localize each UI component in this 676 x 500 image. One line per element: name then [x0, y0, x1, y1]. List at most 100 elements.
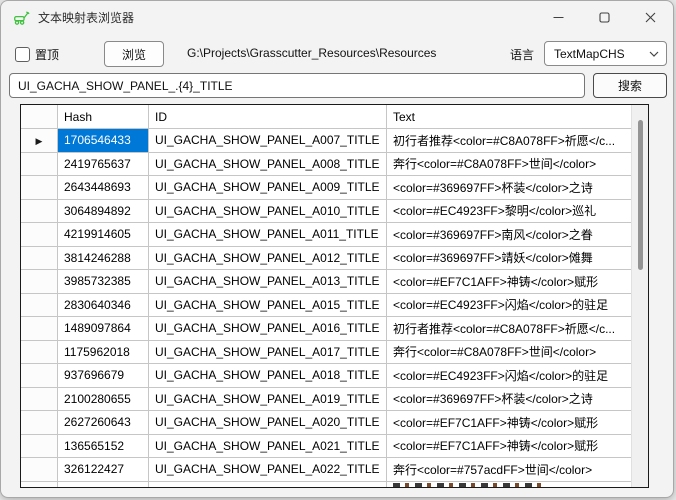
row-header-cell[interactable]	[21, 482, 58, 488]
row-header-cell[interactable]	[21, 176, 58, 200]
hash-cell[interactable]: 2100280655	[58, 388, 149, 412]
hash-cell[interactable]: 2830640346	[58, 294, 149, 318]
table-row[interactable]: 4219914605 UI_GACHA_SHOW_PANEL_A011_TITL…	[21, 223, 631, 247]
hash-cell[interactable]: 4219914605	[58, 223, 149, 247]
id-cell[interactable]: UI_GACHA_SHOW_PANEL_A020_TITLE	[149, 411, 387, 435]
hash-cell[interactable]: 326122427	[58, 458, 149, 482]
table-row[interactable]: 3064894892 UI_GACHA_SHOW_PANEL_A010_TITL…	[21, 200, 631, 224]
table-row[interactable]: 1175962018 UI_GACHA_SHOW_PANEL_A017_TITL…	[21, 341, 631, 365]
language-dropdown-value: TextMapCHS	[554, 47, 649, 61]
table-row[interactable]: 2627260643 UI_GACHA_SHOW_PANEL_A020_TITL…	[21, 411, 631, 435]
text-cell[interactable]: <color=#EF7C1AFF>神铸</color>赋形	[387, 411, 631, 435]
search-input[interactable]	[9, 73, 585, 98]
header-id[interactable]: ID	[149, 105, 387, 129]
hash-cell[interactable]: 1706546433	[58, 129, 149, 153]
row-header-cell[interactable]	[21, 200, 58, 224]
hash-cell[interactable]: 2627260643	[58, 411, 149, 435]
row-header-cell[interactable]	[21, 411, 58, 435]
text-cell[interactable]: <color=#369697FF>靖妖</color>傩舞	[387, 247, 631, 271]
pin-on-top-checkbox[interactable]	[15, 47, 30, 62]
header-text[interactable]: Text	[387, 105, 631, 129]
text-cell[interactable]: 初行者推荐<color=#C8A078FF>祈愿</c...	[387, 317, 631, 341]
text-cell[interactable]: <color=#369697FF>杯装</color>之诗	[387, 388, 631, 412]
id-cell[interactable]: UI_GACHA_SHOW_PANEL_A012_TITLE	[149, 247, 387, 271]
text-cell[interactable]: 奔行<color=#C8A078FF>世间</color>	[387, 341, 631, 365]
table-row[interactable]: 2830640346 UI_GACHA_SHOW_PANEL_A015_TITL…	[21, 294, 631, 318]
hash-cell[interactable]: 136565152	[58, 435, 149, 459]
vertical-scrollbar[interactable]	[631, 105, 648, 487]
scrollbar-thumb[interactable]	[638, 120, 643, 270]
row-header-cell[interactable]	[21, 458, 58, 482]
text-cell[interactable]: 初行者推荐<color=#C8A078FF>祈愿</c...	[387, 129, 631, 153]
hash-cell[interactable]: 2643448693	[58, 176, 149, 200]
grasscutter-mower-icon	[13, 9, 30, 26]
id-cell[interactable]: UI_GACHA_SHOW_PANEL_A021_TITLE	[149, 435, 387, 459]
header-hash[interactable]: Hash	[58, 105, 149, 129]
row-header-cell[interactable]	[21, 317, 58, 341]
row-header-cell[interactable]	[21, 153, 58, 177]
table-row[interactable]: 2419765637 UI_GACHA_SHOW_PANEL_A008_TITL…	[21, 153, 631, 177]
text-cell[interactable]: 奔行<color=#C8A078FF>世间</color>	[387, 153, 631, 177]
id-cell[interactable]: UI_GACHA_SHOW_PANEL_A009_TITLE	[149, 176, 387, 200]
id-cell[interactable]: UI_GACHA_SHOW_PANEL_A013_TITLE	[149, 270, 387, 294]
text-cell[interactable]: <color=#EC4923FF>闪焰</color>的驻足	[387, 364, 631, 388]
row-header-cell[interactable]	[21, 129, 58, 153]
hash-cell[interactable]: 1175962018	[58, 341, 149, 365]
maximize-button[interactable]	[581, 1, 627, 33]
row-header-cell[interactable]	[21, 270, 58, 294]
id-cell[interactable]: UI_GACHA_SHOW_PANEL_A008_TITLE	[149, 153, 387, 177]
current-row-arrow-icon	[36, 133, 43, 147]
hash-cell[interactable]: 937696679	[58, 364, 149, 388]
id-cell[interactable]: UI_GACHA_SHOW_PANEL_A011_TITLE	[149, 223, 387, 247]
text-cell[interactable]: <color=#EC4923FF>闪焰</color>的驻足	[387, 294, 631, 318]
table-row[interactable]: 1489097864 UI_GACHA_SHOW_PANEL_A016_TITL…	[21, 317, 631, 341]
row-header-cell[interactable]	[21, 247, 58, 271]
table-row[interactable]	[21, 482, 631, 488]
text-cell[interactable]: <color=#EF7C1AFF>神铸</color>赋形	[387, 435, 631, 459]
id-cell[interactable]: UI_GACHA_SHOW_PANEL_A022_TITLE	[149, 458, 387, 482]
hash-cell[interactable]	[58, 482, 149, 488]
text-cell[interactable]: 奔行<color=#757acdFF>世间</color>	[387, 458, 631, 482]
table-row[interactable]: 937696679 UI_GACHA_SHOW_PANEL_A018_TITLE…	[21, 364, 631, 388]
table-row[interactable]: 2100280655 UI_GACHA_SHOW_PANEL_A019_TITL…	[21, 388, 631, 412]
hash-cell[interactable]: 3814246288	[58, 247, 149, 271]
search-button[interactable]: 搜索	[593, 73, 667, 98]
header-corner-cell[interactable]	[21, 105, 58, 129]
row-header-cell[interactable]	[21, 435, 58, 459]
table-row[interactable]: 3814246288 UI_GACHA_SHOW_PANEL_A012_TITL…	[21, 247, 631, 271]
close-button[interactable]	[627, 1, 673, 33]
text-cell[interactable]: <color=#EC4923FF>黎明</color>巡礼	[387, 200, 631, 224]
text-cell[interactable]	[387, 482, 631, 488]
language-dropdown[interactable]: TextMapCHS	[544, 41, 667, 66]
id-cell[interactable]	[149, 482, 387, 488]
hash-cell[interactable]: 1489097864	[58, 317, 149, 341]
id-cell[interactable]: UI_GACHA_SHOW_PANEL_A017_TITLE	[149, 341, 387, 365]
browse-button[interactable]: 浏览	[104, 41, 164, 67]
id-cell[interactable]: UI_GACHA_SHOW_PANEL_A015_TITLE	[149, 294, 387, 318]
row-header-cell[interactable]	[21, 294, 58, 318]
chevron-down-icon	[649, 51, 659, 57]
id-cell[interactable]: UI_GACHA_SHOW_PANEL_A016_TITLE	[149, 317, 387, 341]
window-controls	[535, 1, 673, 33]
table-row[interactable]: 326122427 UI_GACHA_SHOW_PANEL_A022_TITLE…	[21, 458, 631, 482]
id-cell[interactable]: UI_GACHA_SHOW_PANEL_A010_TITLE	[149, 200, 387, 224]
textmap-table: Hash ID Text 1706546433 UI_GACHA_SHOW_PA…	[20, 104, 649, 488]
id-cell[interactable]: UI_GACHA_SHOW_PANEL_A019_TITLE	[149, 388, 387, 412]
row-header-cell[interactable]	[21, 341, 58, 365]
text-cell[interactable]: <color=#369697FF>杯装</color>之诗	[387, 176, 631, 200]
minimize-button[interactable]	[535, 1, 581, 33]
table-row[interactable]: 1706546433 UI_GACHA_SHOW_PANEL_A007_TITL…	[21, 129, 631, 153]
hash-cell[interactable]: 3064894892	[58, 200, 149, 224]
hash-cell[interactable]: 2419765637	[58, 153, 149, 177]
row-header-cell[interactable]	[21, 364, 58, 388]
table-row[interactable]: 136565152 UI_GACHA_SHOW_PANEL_A021_TITLE…	[21, 435, 631, 459]
row-header-cell[interactable]	[21, 223, 58, 247]
row-header-cell[interactable]	[21, 388, 58, 412]
hash-cell[interactable]: 3985732385	[58, 270, 149, 294]
text-cell[interactable]: <color=#369697FF>南风</color>之眷	[387, 223, 631, 247]
text-cell[interactable]: <color=#EF7C1AFF>神铸</color>赋形	[387, 270, 631, 294]
id-cell[interactable]: UI_GACHA_SHOW_PANEL_A018_TITLE	[149, 364, 387, 388]
id-cell[interactable]: UI_GACHA_SHOW_PANEL_A007_TITLE	[149, 129, 387, 153]
table-row[interactable]: 2643448693 UI_GACHA_SHOW_PANEL_A009_TITL…	[21, 176, 631, 200]
table-row[interactable]: 3985732385 UI_GACHA_SHOW_PANEL_A013_TITL…	[21, 270, 631, 294]
